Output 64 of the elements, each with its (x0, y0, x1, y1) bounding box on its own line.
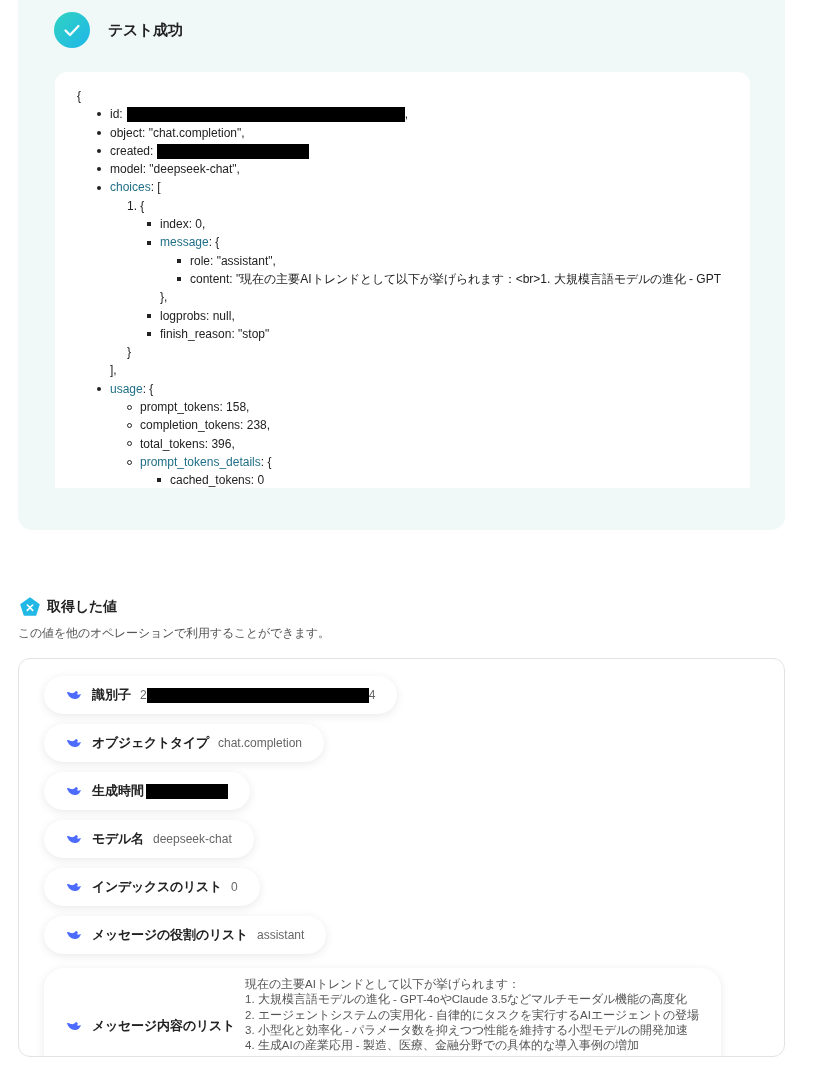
whale-icon (66, 737, 82, 749)
whale-icon (66, 785, 82, 797)
json-line: : [ (150, 179, 161, 197)
value-label: オブジェクトタイプ (92, 734, 209, 753)
whale-icon (66, 1020, 82, 1033)
json-line: total_tokens: 396, (140, 435, 235, 453)
json-line: : { (142, 380, 154, 398)
value-label: モデル名 (92, 830, 144, 849)
json-line: object: "chat.completion", (110, 124, 245, 142)
json-key: usage (110, 379, 143, 399)
value-text: 4 (368, 687, 376, 704)
section-description: この値を他のオペレーションで利用することができます。 (18, 625, 330, 642)
whale-icon (66, 929, 82, 941)
json-line: logprobs: null, (160, 307, 235, 325)
value-text: assistant (257, 927, 305, 944)
value-text-line: 現在の主要AIトレンドとして以下が挙げられます： (245, 977, 521, 992)
json-line: prompt_tokens: 158, (140, 399, 250, 417)
whale-icon (66, 881, 82, 893)
value-chip[interactable]: 識別子 2 4 (44, 676, 398, 714)
json-line: { (77, 88, 81, 105)
json-key: prompt_tokens_details (140, 452, 261, 472)
value-chip[interactable]: メッセージの役割のリスト assistant (44, 916, 327, 954)
json-line: : { (260, 453, 272, 471)
section-title: 取得した値 (47, 598, 117, 616)
value-label: 生成時間 (92, 782, 144, 801)
json-line: role: "assistant", (190, 252, 276, 270)
json-line: ], (110, 363, 117, 378)
json-line: cached_tokens: 0 (170, 472, 265, 488)
value-text-line: 4. 生成AIの産業応用 - 製造、医療、金融分野での具体的な導入事例の増加 (245, 1038, 640, 1054)
value-label: 識別子 (92, 686, 131, 705)
json-line: completion_tokens: 238, (140, 417, 271, 435)
value-text-line: 1. 大規模言語モデルの進化 - GPT-4oやClaude 3.5などマルチモーダル機能の高度化 (245, 992, 689, 1008)
value-chip[interactable]: オブジェクトタイプ chat.completion (44, 724, 325, 762)
value-label: インデックスのリスト (92, 878, 222, 897)
result-title: テスト成功 (108, 19, 183, 40)
json-key: message (160, 233, 209, 252)
value-text-line: 2. エージェントシステムの実用化 - 自律的にタスクを実行するAIエージェントの登場 (245, 1007, 699, 1023)
value-chip[interactable]: インデックスのリスト 0 (44, 868, 260, 906)
value-label: メッセージの役割のリスト (92, 926, 248, 945)
json-line: content: "現在の主要AIトレンドとして以下が挙げられます：<br>1. 大規模言語モデルの進化 - GPT (190, 270, 721, 288)
value-chip[interactable] (44, 968, 721, 1056)
value-text: chat.completion (218, 735, 303, 752)
json-punctuation: , (404, 106, 409, 124)
value-text: deepseek-chat (153, 831, 232, 848)
value-chip[interactable]: モデル名 deepseek-chat (44, 820, 254, 858)
json-line: model: "deepseek-chat", (110, 161, 240, 179)
json-line: finish_reason: "stop" (160, 325, 270, 343)
json-line: : { (208, 234, 220, 252)
whale-icon (66, 689, 82, 701)
value-label: メッセージ内容のリスト (92, 1017, 235, 1036)
variable-icon (20, 597, 40, 618)
whale-icon (66, 833, 82, 845)
json-line: } (127, 345, 131, 360)
json-line: created: (110, 142, 154, 160)
json-line: id: (110, 106, 123, 124)
json-line: index: 0, (160, 216, 206, 234)
value-text: 0 (231, 879, 238, 896)
check-icon (54, 12, 90, 48)
value-text-line: 3. 小型化と効率化 - パラメータ数を抑えつつ性能を維持する小型モデルの開発加速 (245, 1022, 689, 1038)
json-key: choices (110, 178, 151, 197)
value-chip[interactable]: 生成時間 (44, 772, 250, 810)
value-text: 2 (140, 687, 147, 704)
json-line: }, (160, 290, 168, 305)
json-line: 1. { (127, 197, 145, 215)
